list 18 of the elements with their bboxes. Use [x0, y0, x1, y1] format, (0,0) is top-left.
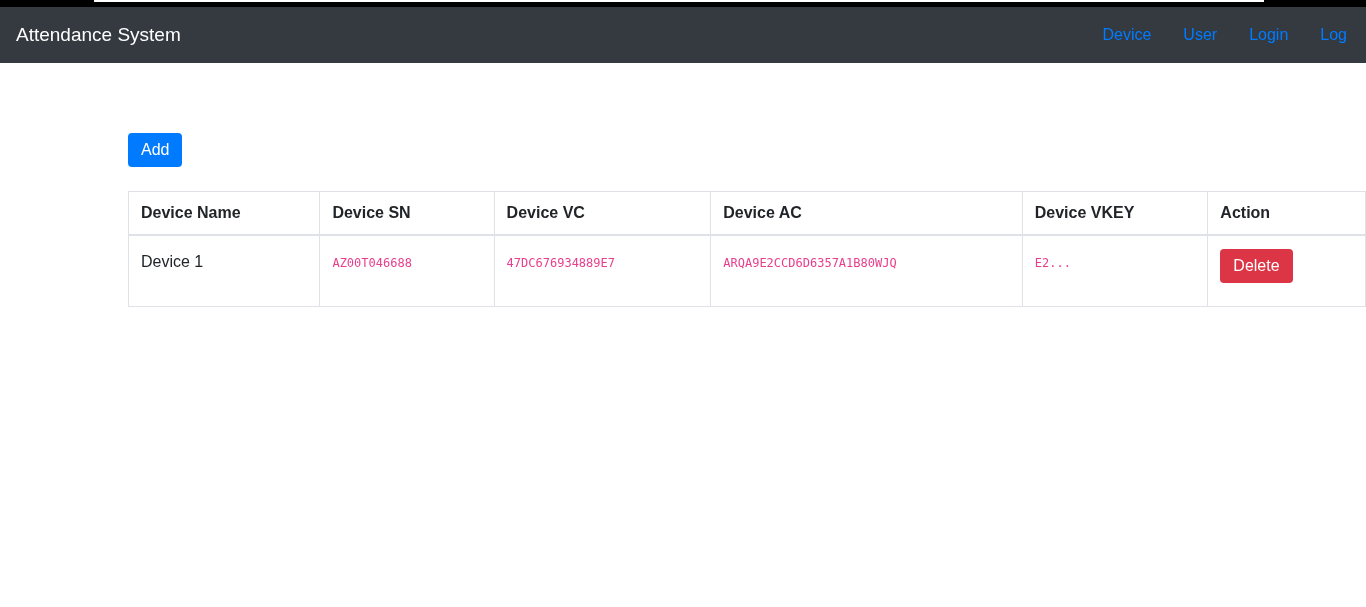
nav-link[interactable]: Login — [1233, 18, 1305, 52]
column-header: Device VC — [494, 191, 711, 235]
column-header: Device AC — [710, 191, 1023, 235]
column-header: Device SN — [319, 191, 495, 235]
table-cell: Device 1 — [128, 235, 320, 307]
table-cell: ARQA9E2CCD6D6357A1B80WJQ — [710, 235, 1023, 307]
nav-link[interactable]: Log — [1304, 18, 1347, 52]
column-header: Device Name — [128, 191, 320, 235]
table-cell: E2... — [1022, 235, 1208, 307]
nav-link[interactable]: User — [1167, 18, 1234, 52]
add-button[interactable]: Add — [128, 133, 183, 167]
delete-button[interactable]: Delete — [1220, 249, 1293, 283]
column-header: Device VKEY — [1022, 191, 1208, 235]
table-cell: AZ00T046688 — [319, 235, 495, 307]
column-header: Action — [1207, 191, 1366, 235]
nav-link[interactable]: Device — [1086, 18, 1168, 52]
table-cell: 47DC676934889E7 — [494, 235, 711, 307]
brand-title[interactable]: Attendance System — [16, 24, 181, 46]
